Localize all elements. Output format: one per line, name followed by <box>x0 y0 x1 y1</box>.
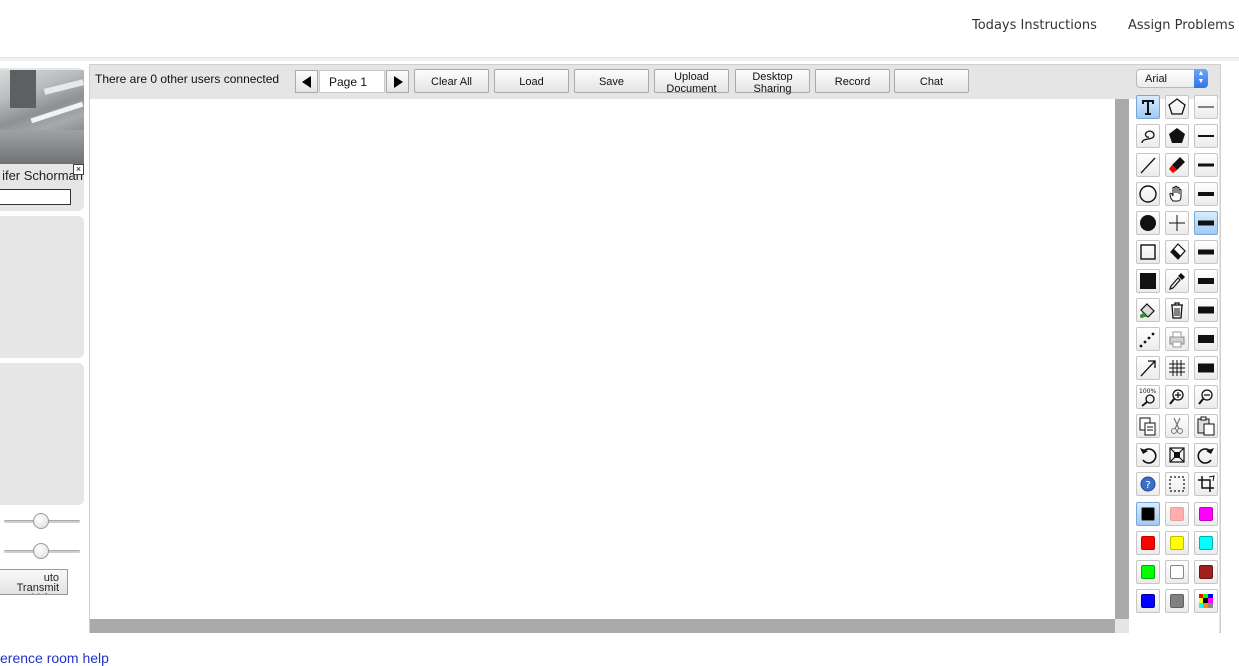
help-icon[interactable]: ? <box>1136 472 1160 496</box>
color-magenta-swatch[interactable] <box>1194 502 1218 526</box>
vertical-scrollbar[interactable] <box>1115 99 1129 619</box>
svg-text:?: ? <box>1145 480 1150 491</box>
color-red-swatch[interactable] <box>1136 531 1160 555</box>
cut-icon[interactable] <box>1165 414 1189 438</box>
line-width-3-icon[interactable] <box>1194 153 1218 177</box>
arrow-left-icon <box>302 76 311 88</box>
eyedropper-icon[interactable] <box>1165 269 1189 293</box>
redo-icon[interactable] <box>1194 443 1218 467</box>
save-button[interactable]: Save <box>574 69 649 93</box>
top-navigation: Todays Instructions Assign Problems <box>0 0 1239 58</box>
curve-tool-icon[interactable] <box>1136 124 1160 148</box>
connected-users-status: There are 0 other users connected <box>95 72 280 86</box>
line-width-1-icon[interactable] <box>1194 95 1218 119</box>
font-select[interactable]: Arial ▲ ▼ <box>1136 69 1208 88</box>
load-button[interactable]: Load <box>494 69 569 93</box>
color-white-swatch[interactable] <box>1165 560 1189 584</box>
custom-color-icon[interactable] <box>1194 589 1218 613</box>
hand-pan-icon[interactable] <box>1165 182 1189 206</box>
line-width-9-icon[interactable] <box>1194 327 1218 351</box>
trash-icon[interactable] <box>1165 298 1189 322</box>
crop-icon[interactable] <box>1194 472 1218 496</box>
color-blue-swatch[interactable] <box>1136 589 1160 613</box>
page-field[interactable]: Page 1 <box>319 70 385 93</box>
clear-all-button[interactable]: Clear All <box>414 69 489 93</box>
zoom-in-icon[interactable] <box>1165 385 1189 409</box>
zoom-reset-label: 100% <box>1139 388 1156 395</box>
select-arrows-icon: ▲ ▼ <box>1194 69 1208 88</box>
select-area-icon[interactable] <box>1165 472 1189 496</box>
text-tool-icon[interactable] <box>1136 95 1160 119</box>
close-video-icon[interactable]: × <box>73 164 84 175</box>
slider-thumb[interactable] <box>33 513 49 529</box>
record-button[interactable]: Record <box>815 69 890 93</box>
printer-icon[interactable] <box>1165 327 1189 351</box>
marker-icon[interactable] <box>1165 153 1189 177</box>
auto-transmit-voice-button[interactable]: uto Transmit Voice <box>0 569 68 595</box>
circle-outline-icon[interactable] <box>1136 182 1160 206</box>
upload-document-button[interactable]: Upload Document <box>654 69 729 95</box>
participant-slot-empty <box>0 363 84 505</box>
participant-name: ifer Schorman <box>2 168 83 183</box>
participant-input[interactable] <box>0 189 71 205</box>
conference-room-help-link[interactable]: erence room help <box>0 650 109 666</box>
color-yellow-swatch[interactable] <box>1165 531 1189 555</box>
color-black-swatch[interactable] <box>1136 502 1160 526</box>
zoom-reset-icon[interactable]: 100% <box>1136 385 1160 409</box>
slider-thumb[interactable] <box>33 543 49 559</box>
rectangle-outline-icon[interactable] <box>1136 240 1160 264</box>
previous-page-button[interactable] <box>295 70 318 93</box>
volume-slider[interactable] <box>4 513 80 529</box>
participant-card: ifer Schorman × <box>0 68 84 211</box>
nav-assign-problems[interactable]: Assign Problems <box>1128 18 1235 33</box>
line-width-7-icon[interactable] <box>1194 269 1218 293</box>
polygon-filled-icon[interactable] <box>1165 124 1189 148</box>
copy-icon[interactable] <box>1136 414 1160 438</box>
chat-button[interactable]: Chat <box>894 69 969 93</box>
line-width-4-icon[interactable] <box>1194 182 1218 206</box>
arrow-line-icon[interactable] <box>1136 356 1160 380</box>
eraser-icon[interactable] <box>1165 240 1189 264</box>
desktop-sharing-button[interactable]: Desktop Sharing <box>735 69 810 95</box>
zoom-out-icon[interactable] <box>1194 385 1218 409</box>
line-width-6-icon[interactable] <box>1194 240 1218 264</box>
line-tool-icon[interactable] <box>1136 153 1160 177</box>
rectangle-filled-icon[interactable] <box>1136 269 1160 293</box>
next-page-button[interactable] <box>386 70 409 93</box>
color-dark-red-swatch[interactable] <box>1194 560 1218 584</box>
nav-divider <box>0 58 1239 61</box>
line-width-10-icon[interactable] <box>1194 356 1218 380</box>
polygon-outline-icon[interactable] <box>1165 95 1189 119</box>
drawing-canvas[interactable] <box>90 99 1115 619</box>
color-cyan-swatch[interactable] <box>1194 531 1218 555</box>
delete-selection-icon[interactable] <box>1165 443 1189 467</box>
nav-todays-instructions[interactable]: Todays Instructions <box>972 18 1097 33</box>
paint-bucket-icon[interactable] <box>1136 298 1160 322</box>
mic-slider[interactable] <box>4 543 80 559</box>
whiteboard-panel: There are 0 other users connected Page 1… <box>89 64 1221 633</box>
crosshair-icon[interactable] <box>1165 211 1189 235</box>
scroll-corner <box>1115 619 1129 633</box>
line-width-8-icon[interactable] <box>1194 298 1218 322</box>
line-width-5-icon[interactable] <box>1194 211 1218 235</box>
arrow-right-icon <box>394 76 403 88</box>
color-green-swatch[interactable] <box>1136 560 1160 584</box>
horizontal-scrollbar[interactable] <box>90 619 1115 633</box>
circle-filled-icon[interactable] <box>1136 211 1160 235</box>
color-pink-swatch[interactable] <box>1165 502 1189 526</box>
dotted-line-icon[interactable] <box>1136 327 1160 351</box>
line-width-2-icon[interactable] <box>1194 124 1218 148</box>
color-gray-swatch[interactable] <box>1165 589 1189 613</box>
participants-panel: ifer Schorman × uto Transmit Voice <box>0 66 88 626</box>
grid-icon[interactable] <box>1165 356 1189 380</box>
participant-slot-empty <box>0 216 84 358</box>
paste-icon[interactable] <box>1194 414 1218 438</box>
undo-icon[interactable] <box>1136 443 1160 467</box>
participant-video <box>0 70 84 164</box>
